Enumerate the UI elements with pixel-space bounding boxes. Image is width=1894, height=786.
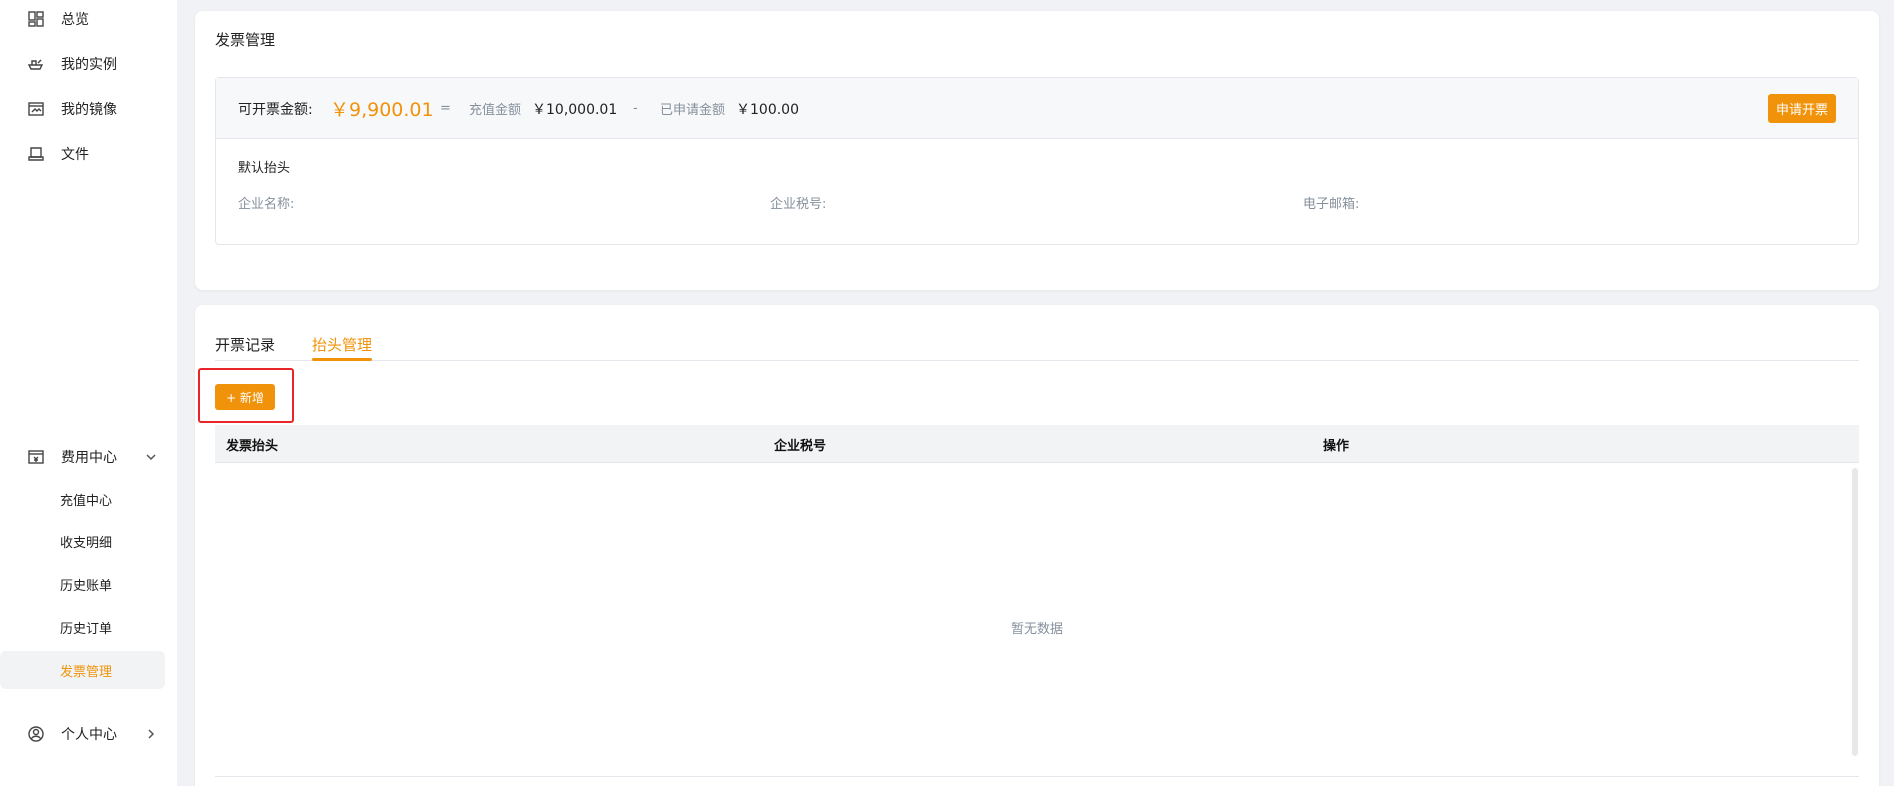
- sidebar-item-label: 总览: [61, 12, 89, 28]
- column-header-invoice-title: 发票抬头: [226, 438, 279, 454]
- sidebar-item-recharge[interactable]: 充值中心: [0, 480, 165, 518]
- user-circle-icon: [26, 724, 46, 744]
- sidebar-item-label: 费用中心: [61, 450, 117, 466]
- instance-icon: [26, 54, 46, 74]
- highlight-annotation: [198, 368, 294, 423]
- table-bottom-divider: [215, 776, 1859, 777]
- sidebar-item-files[interactable]: 文件: [0, 136, 165, 172]
- sidebar-item-history-bills[interactable]: 历史账单: [0, 565, 165, 603]
- sidebar-item-instances[interactable]: 我的实例: [0, 46, 165, 82]
- available-amount-label: 可开票金额:: [238, 101, 313, 118]
- table-header: 发票抬头 企业税号 操作: [215, 425, 1859, 463]
- table-scrollbar[interactable]: [1852, 468, 1858, 756]
- sidebar-item-label: 我的实例: [61, 57, 117, 73]
- sidebar-item-label: 我的镜像: [61, 102, 117, 118]
- sidebar-item-label: 个人中心: [61, 727, 117, 743]
- equals-sign: =: [440, 101, 451, 116]
- sidebar-item-label: 历史账单: [60, 578, 113, 594]
- minus-sign: -: [633, 101, 638, 116]
- sidebar-item-label: 文件: [61, 147, 89, 163]
- sidebar-item-transactions[interactable]: 收支明细: [0, 522, 165, 560]
- recharge-amount-value: ￥10,000.01: [532, 101, 618, 118]
- tabs-divider: [215, 360, 1859, 361]
- recharge-amount-label: 充值金额: [469, 103, 522, 118]
- sidebar-item-label: 收支明细: [60, 535, 113, 551]
- page-title: 发票管理: [215, 31, 276, 49]
- email-label: 电子邮箱:: [1303, 197, 1360, 212]
- invoice-amount-bar: 可开票金额: ￥9,900.01 = 充值金额 ￥10,000.01 - 已申请…: [216, 78, 1858, 139]
- image-icon: [26, 99, 46, 119]
- applied-amount-value: ￥100.00: [736, 101, 799, 118]
- sidebar-item-history-orders[interactable]: 历史订单: [0, 608, 165, 646]
- sidebar-item-label: 历史订单: [60, 621, 113, 637]
- sidebar-item-invoice-management[interactable]: 发票管理: [0, 651, 165, 689]
- invoice-summary-card: 发票管理 可开票金额: ￥9,900.01 = 充值金额 ￥10,000.01 …: [195, 11, 1879, 290]
- tab-invoice-records[interactable]: 开票记录: [215, 334, 275, 355]
- sidebar-item-images[interactable]: 我的镜像: [0, 91, 165, 127]
- default-header-title: 默认抬头: [238, 161, 291, 176]
- storage-icon: [26, 144, 46, 164]
- applied-amount-label: 已申请金额: [660, 103, 726, 118]
- chevron-down-icon: [144, 450, 158, 464]
- sidebar-item-label: 发票管理: [60, 664, 113, 680]
- sidebar: 总览 我的实例 我的镜像 文件 费用中心 充值中心 收支明细 历史账单 历史订单…: [0, 0, 177, 786]
- sidebar-item-label: 充值中心: [60, 493, 113, 509]
- dashboard-icon: [26, 9, 46, 29]
- invoice-summary-panel: 可开票金额: ￥9,900.01 = 充值金额 ￥10,000.01 - 已申请…: [215, 77, 1859, 245]
- chevron-right-icon: [144, 727, 158, 741]
- tab-header-management[interactable]: 抬头管理: [312, 334, 372, 355]
- billing-icon: [26, 447, 46, 467]
- available-amount-value: ￥9,900.01: [330, 99, 434, 121]
- empty-state-text: 暂无数据: [1011, 622, 1064, 637]
- header-management-card: [195, 305, 1879, 786]
- company-name-label: 企业名称:: [238, 197, 295, 212]
- tax-id-label: 企业税号:: [770, 197, 827, 212]
- column-header-actions: 操作: [1323, 438, 1350, 454]
- active-tab-indicator: [312, 358, 372, 361]
- sidebar-item-billing[interactable]: 费用中心: [0, 439, 165, 475]
- sidebar-item-overview[interactable]: 总览: [0, 1, 165, 37]
- apply-invoice-button[interactable]: 申请开票: [1767, 94, 1836, 123]
- column-header-tax-id: 企业税号: [774, 438, 827, 454]
- sidebar-item-personal-center[interactable]: 个人中心: [0, 716, 165, 752]
